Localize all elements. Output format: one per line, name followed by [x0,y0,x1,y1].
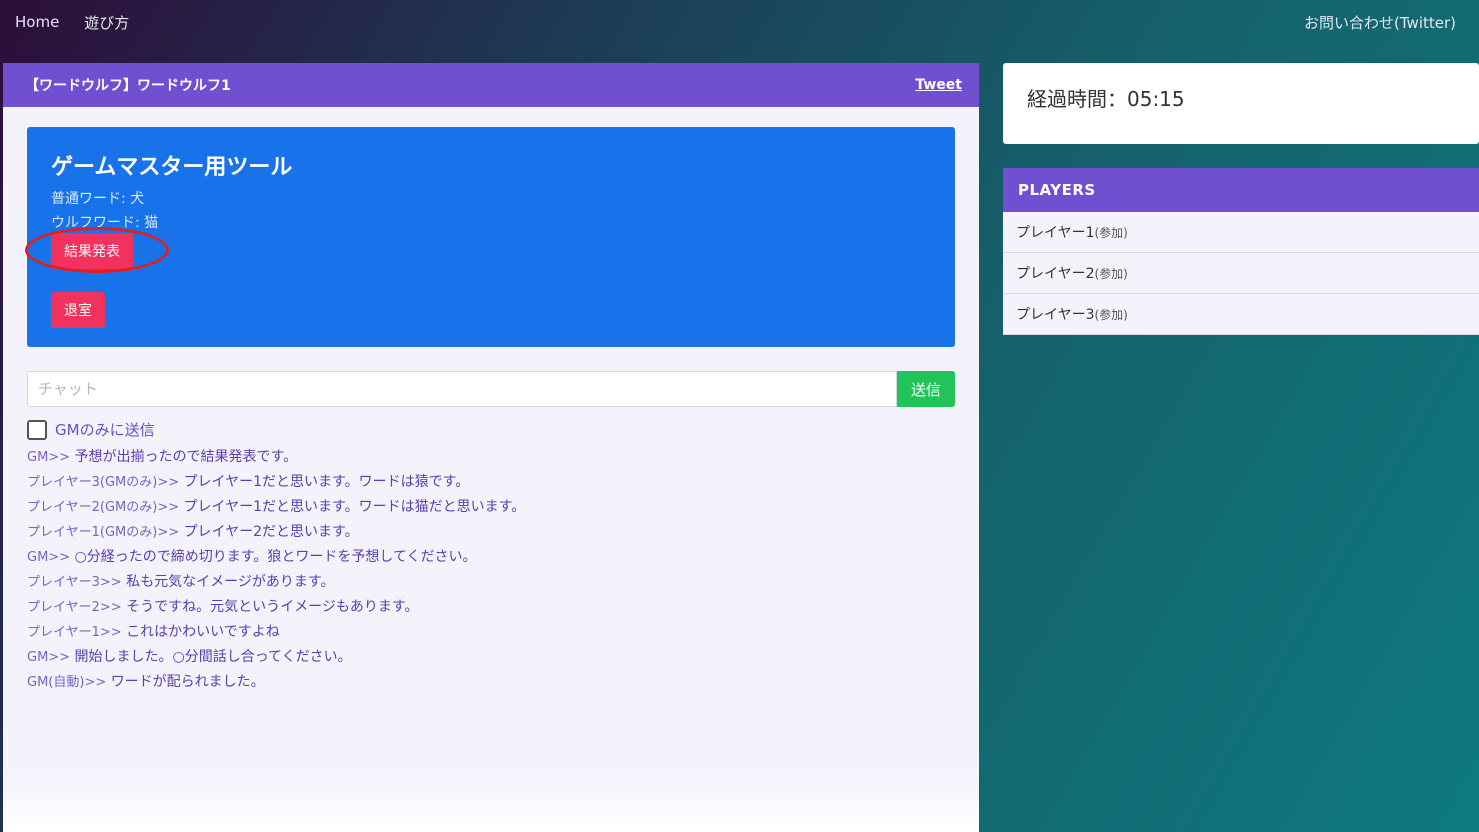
message-text: ○分経ったので締め切ります。狼とワードを予想してください。 [74,549,477,565]
wolf-word: ウルフワード: 猫 [51,215,159,231]
gm-only-checkbox[interactable] [27,419,47,440]
player-row: プレイヤー3 (参加) [1003,294,1479,335]
message-text: これはかわいいですよね [126,624,280,640]
elapsed-time: 経過時間：05:15 [1027,87,1185,111]
normal-word: 普通ワード: 犬 [51,191,145,207]
player-status: (参加) [1094,225,1128,240]
message-sender: プレイヤー3>> [27,575,122,590]
player-name: プレイヤー3 [1016,307,1095,323]
chat-message: プレイヤー3(GMのみ)>> プレイヤー1だと思います。ワードは猿です。 [27,470,955,495]
player-row: プレイヤー1 (参加) [1003,212,1479,253]
message-sender: GM>> [27,550,71,565]
players-panel: PLAYERS プレイヤー1 (参加) プレイヤー2 (参加) プレイヤー3 (参加) [1003,168,1479,335]
tweet-link[interactable]: Tweet [915,77,962,93]
gm-tool-title: ゲームマスター用ツール [51,155,293,180]
chat-message: GM>> ○分経ったので締め切ります。狼とワードを予想してください。 [27,545,955,570]
message-sender: GM>> [27,450,71,465]
nav-home-link[interactable]: Home [15,13,59,31]
chat-message: プレイヤー1>> これはかわいいですよね [27,620,955,645]
message-text: 予想が出揃ったので結果発表です。 [74,449,298,465]
chat-message: GM>> 開始しました。○分間話し合ってください。 [27,645,955,670]
room-header: 【ワードウルフ】ワードウルフ1 Tweet [3,63,979,107]
room-title: 【ワードウルフ】ワードウルフ1 [25,78,231,94]
elapsed-time-box: 経過時間：05:15 [1003,63,1479,144]
player-name: プレイヤー1 [1016,225,1095,241]
chat-log: GM>> 予想が出揃ったので結果発表です。 プレイヤー3(GMのみ)>> プレイ… [27,445,955,695]
result-announce-button[interactable]: 結果発表 [51,233,133,269]
gm-only-label: GMのみに送信 [55,421,155,439]
chat-form: 送信 [27,371,955,407]
gm-tool-box: ゲームマスター用ツール 普通ワード: 犬 ウルフワード: 猫 [27,127,955,347]
message-sender: プレイヤー3(GMのみ)>> [27,475,180,490]
nav-howto-link[interactable]: 遊び方 [84,12,129,33]
nav-contact-link[interactable]: お問い合わせ(Twitter) [1304,12,1456,33]
chat-message: プレイヤー2>> そうですね。元気というイメージもあります。 [27,595,955,620]
message-text: プレイヤー1だと思います。ワードは猿です。 [183,474,470,490]
player-status: (参加) [1094,266,1128,281]
chat-message: プレイヤー1(GMのみ)>> プレイヤー2だと思います。 [27,520,955,545]
player-status: (参加) [1094,307,1128,322]
message-sender: GM>> [27,650,71,665]
chat-input[interactable] [27,371,897,407]
players-header: PLAYERS [1003,168,1479,212]
message-text: 開始しました。○分間話し合ってください。 [74,649,352,665]
gm-only-option[interactable]: GMのみに送信 [27,419,155,440]
chat-message: プレイヤー2(GMのみ)>> プレイヤー1だと思います。ワードは猫だと思います。 [27,495,955,520]
chat-message: プレイヤー3>> 私も元気なイメージがあります。 [27,570,955,595]
player-name: プレイヤー2 [1016,266,1095,282]
message-text: プレイヤー1だと思います。ワードは猫だと思います。 [183,499,526,515]
send-button[interactable]: 送信 [897,371,955,407]
message-text: そうですね。元気というイメージもあります。 [126,599,419,615]
chat-message: GM(自動)>> ワードが配られました。 [27,670,955,695]
message-sender: プレイヤー1(GMのみ)>> [27,525,180,540]
player-row: プレイヤー2 (参加) [1003,253,1479,294]
room-panel: 【ワードウルフ】ワードウルフ1 Tweet ゲームマスター用ツール 普通ワード:… [3,63,979,832]
exit-room-button[interactable]: 退室 [51,292,105,328]
top-navbar: Home 遊び方 お問い合わせ(Twitter) [0,0,1479,44]
message-sender: プレイヤー1>> [27,625,122,640]
message-sender: プレイヤー2>> [27,600,122,615]
message-text: プレイヤー2だと思います。 [183,524,359,540]
message-text: 私も元気なイメージがあります。 [126,574,335,590]
message-text: ワードが配られました。 [110,674,265,690]
message-sender: GM(自動)>> [27,675,107,690]
chat-message: GM>> 予想が出揃ったので結果発表です。 [27,445,955,470]
message-sender: プレイヤー2(GMのみ)>> [27,500,180,515]
